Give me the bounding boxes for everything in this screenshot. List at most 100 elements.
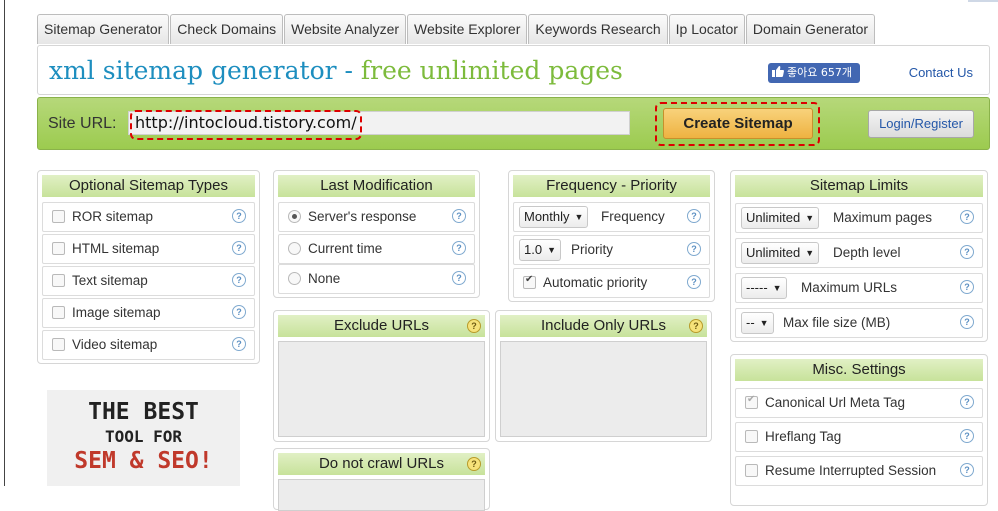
depth-level-row: Unlimited ▼ Depth level ?: [735, 238, 983, 268]
frequency-priority-panel: Frequency - Priority Monthly ▼ Frequency …: [508, 170, 715, 302]
canonical-url-checkbox[interactable]: [745, 394, 758, 409]
priority-row: 1.0 ▼ Priority ?: [513, 235, 710, 265]
help-icon[interactable]: ?: [687, 275, 701, 289]
facebook-like-button[interactable]: 좋아요 657개: [768, 63, 860, 83]
exclude-urls-textarea[interactable]: [278, 341, 485, 437]
help-icon[interactable]: ?: [232, 305, 246, 319]
current-time-radio[interactable]: [288, 242, 301, 255]
sitemap-type-ror: ROR sitemap ?: [42, 202, 255, 232]
sitemap-limits-title: Sitemap Limits: [735, 175, 983, 197]
ad-line-1: THE BEST: [88, 399, 199, 425]
maximum-pages-select[interactable]: Unlimited ▼: [741, 207, 820, 229]
html-sitemap-label: HTML sitemap: [72, 241, 160, 256]
caret-down-icon: ▼: [805, 213, 815, 223]
frequency-select[interactable]: Monthly ▼: [519, 206, 589, 228]
exclude-urls-panel: Exclude URLs ?: [273, 310, 490, 442]
help-icon[interactable]: ?: [232, 241, 246, 255]
automatic-priority-row: Automatic priority ?: [513, 268, 710, 298]
site-url-bar: Site URL: http://intocloud.tistory.com/ …: [37, 97, 990, 150]
optional-sitemap-types-title: Optional Sitemap Types: [42, 175, 255, 197]
maximum-pages-value: Unlimited: [746, 210, 801, 225]
hreflang-checkbox[interactable]: [745, 430, 758, 443]
servers-response-radio[interactable]: [288, 210, 301, 223]
sitemap-type-html: HTML sitemap ?: [42, 234, 255, 264]
html-sitemap-checkbox[interactable]: [52, 242, 65, 255]
contact-us-link[interactable]: Contact Us: [909, 65, 973, 80]
resume-session-checkbox[interactable]: [745, 464, 758, 477]
do-not-crawl-urls-panel: Do not crawl URLs ?: [273, 448, 490, 511]
ror-sitemap-label: ROR sitemap: [72, 209, 154, 224]
misc-settings-panel: Misc. Settings Canonical Url Meta Tag ? …: [730, 354, 988, 506]
video-sitemap-checkbox[interactable]: [52, 338, 65, 351]
tab-sitemap-generator[interactable]: Sitemap Generator: [37, 14, 170, 44]
window-top-accent: [968, 0, 998, 2]
ad-line-2: TOOL FOR: [104, 427, 183, 446]
tab-domain-generator[interactable]: Domain Generator: [745, 14, 876, 44]
optional-sitemap-types-panel: Optional Sitemap Types ROR sitemap ? HTM…: [37, 170, 260, 364]
title-separator: -: [336, 56, 361, 85]
last-modification-panel: Last Modification Server's response ? Cu…: [273, 170, 480, 298]
help-icon[interactable]: ?: [452, 241, 466, 255]
image-sitemap-label: Image sitemap: [72, 305, 161, 320]
priority-value: 1.0: [524, 242, 543, 257]
tab-website-analyzer[interactable]: Website Analyzer: [284, 14, 407, 44]
maximum-pages-label: Maximum pages: [833, 210, 933, 225]
advertisement-banner[interactable]: THE BEST TOOL FOR SEM & SEO!: [47, 390, 240, 486]
none-label: None: [308, 271, 341, 286]
help-icon[interactable]: ?: [232, 209, 246, 223]
text-sitemap-label: Text sitemap: [72, 273, 148, 288]
help-icon[interactable]: ?: [232, 337, 246, 351]
exclude-urls-title: Exclude URLs: [278, 315, 485, 337]
caret-down-icon: ▼: [772, 283, 782, 293]
image-sitemap-checkbox[interactable]: [52, 306, 65, 319]
do-not-crawl-urls-textarea[interactable]: [278, 479, 485, 511]
help-icon[interactable]: ?: [960, 315, 974, 329]
page-header: xml sitemap generator - free unlimited p…: [37, 45, 990, 95]
help-icon[interactable]: ?: [467, 319, 481, 333]
caret-down-icon: ▼: [805, 248, 815, 258]
tab-keywords-research[interactable]: Keywords Research: [528, 14, 668, 44]
help-icon[interactable]: ?: [232, 273, 246, 287]
help-icon[interactable]: ?: [467, 457, 481, 471]
text-sitemap-checkbox[interactable]: [52, 274, 65, 287]
maximum-urls-select[interactable]: ----- ▼: [741, 277, 787, 299]
hreflang-row: Hreflang Tag ?: [735, 422, 983, 452]
video-sitemap-label: Video sitemap: [72, 337, 158, 352]
window-left-border: [4, 0, 5, 486]
do-not-crawl-urls-title: Do not crawl URLs: [278, 453, 485, 475]
last-mod-current-time: Current time ?: [278, 234, 475, 264]
caret-down-icon: ▼: [759, 318, 769, 328]
automatic-priority-checkbox[interactable]: [523, 274, 536, 289]
tool-tabs: Sitemap Generator Check Domains Website …: [37, 14, 876, 45]
hreflang-label: Hreflang Tag: [765, 429, 842, 444]
help-icon[interactable]: ?: [960, 395, 974, 409]
frequency-value: Monthly: [524, 209, 570, 224]
max-file-size-select[interactable]: -- ▼: [741, 312, 774, 334]
help-icon[interactable]: ?: [960, 463, 974, 477]
maximum-pages-row: Unlimited ▼ Maximum pages ?: [735, 203, 983, 233]
help-icon[interactable]: ?: [452, 271, 466, 285]
misc-settings-title: Misc. Settings: [735, 359, 983, 381]
include-only-urls-panel: Include Only URLs ?: [495, 310, 712, 442]
help-icon[interactable]: ?: [687, 209, 701, 223]
depth-level-select[interactable]: Unlimited ▼: [741, 242, 820, 264]
tab-check-domains[interactable]: Check Domains: [170, 14, 284, 44]
depth-level-value: Unlimited: [746, 245, 801, 260]
help-icon[interactable]: ?: [689, 319, 703, 333]
sitemap-limits-panel: Sitemap Limits Unlimited ▼ Maximum pages …: [730, 170, 988, 342]
help-icon[interactable]: ?: [960, 210, 974, 224]
help-icon[interactable]: ?: [960, 245, 974, 259]
tab-website-explorer[interactable]: Website Explorer: [407, 14, 528, 44]
tab-ip-locator[interactable]: Ip Locator: [668, 14, 745, 44]
include-only-urls-textarea[interactable]: [500, 341, 707, 437]
login-register-button[interactable]: Login/Register: [868, 110, 974, 138]
help-icon[interactable]: ?: [960, 429, 974, 443]
help-icon[interactable]: ?: [960, 280, 974, 294]
maximum-urls-value: -----: [746, 280, 768, 295]
ror-sitemap-checkbox[interactable]: [52, 210, 65, 223]
help-icon[interactable]: ?: [452, 209, 466, 223]
help-icon[interactable]: ?: [687, 242, 701, 256]
last-mod-servers-response: Server's response ?: [278, 202, 475, 232]
none-radio[interactable]: [288, 272, 301, 285]
priority-select[interactable]: 1.0 ▼: [519, 239, 561, 261]
